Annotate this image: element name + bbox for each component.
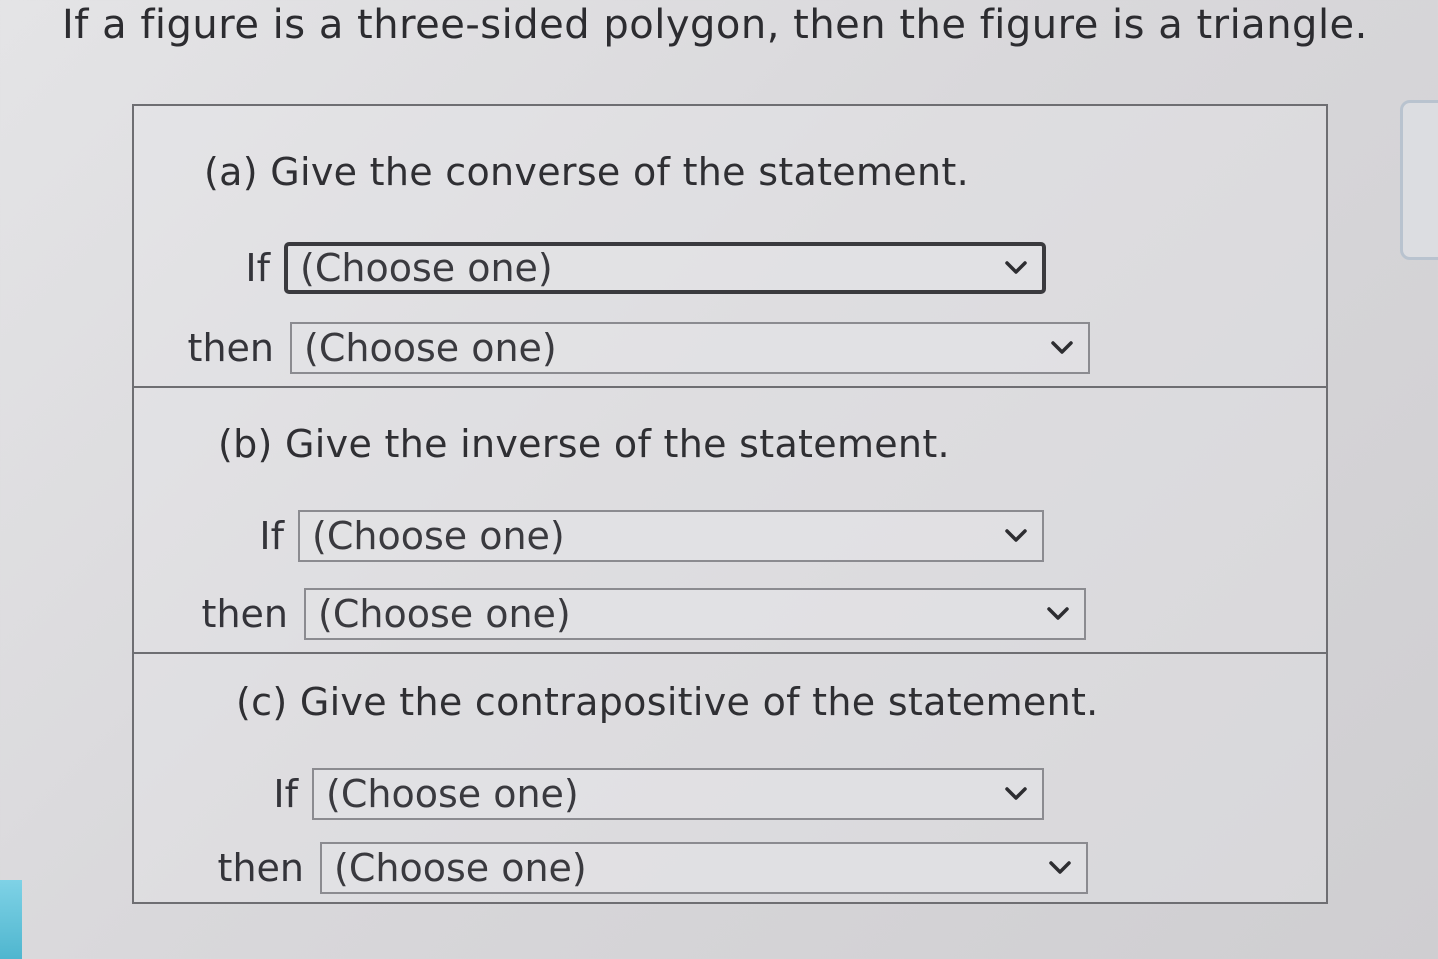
if-label: If xyxy=(245,246,270,290)
inverse-if-row: If (Choose one) xyxy=(250,510,1044,562)
select-value: (Choose one) xyxy=(304,326,557,370)
section-contrapositive: (c) Give the contrapositive of the state… xyxy=(134,652,1326,904)
then-label: then xyxy=(217,846,304,890)
answer-panel: (a) Give the converse of the statement. … xyxy=(132,104,1328,904)
select-value: (Choose one) xyxy=(326,772,579,816)
chevron-down-icon xyxy=(1005,787,1027,800)
select-value: (Choose one) xyxy=(318,592,571,636)
then-label: then xyxy=(187,326,274,370)
inverse-then-select[interactable]: (Choose one) xyxy=(304,588,1086,640)
chevron-down-icon xyxy=(1051,341,1073,354)
question-converse: (a) Give the converse of the statement. xyxy=(204,150,969,194)
problem-statement: If a figure is a three-sided polygon, th… xyxy=(62,2,1368,48)
converse-then-select[interactable]: (Choose one) xyxy=(290,322,1090,374)
select-value: (Choose one) xyxy=(334,846,587,890)
inverse-then-row: then (Choose one) xyxy=(198,588,1086,640)
section-converse: (a) Give the converse of the statement. … xyxy=(134,106,1326,386)
if-label: If xyxy=(273,772,298,816)
converse-if-row: If (Choose one) xyxy=(236,242,1046,294)
chevron-down-icon xyxy=(1005,261,1027,274)
left-edge-accent xyxy=(0,880,22,959)
if-label: If xyxy=(259,514,284,558)
contrapositive-then-select[interactable]: (Choose one) xyxy=(320,842,1088,894)
section-inverse: (b) Give the inverse of the statement. I… xyxy=(134,386,1326,652)
select-value: (Choose one) xyxy=(312,514,565,558)
question-inverse: (b) Give the inverse of the statement. xyxy=(218,422,950,466)
chevron-down-icon xyxy=(1005,529,1027,542)
chevron-down-icon xyxy=(1047,607,1069,620)
converse-then-row: then (Choose one) xyxy=(184,322,1090,374)
question-contrapositive: (c) Give the contrapositive of the state… xyxy=(236,680,1099,724)
then-label: then xyxy=(201,592,288,636)
converse-if-select[interactable]: (Choose one) xyxy=(284,242,1046,294)
side-panel-tab[interactable] xyxy=(1400,100,1438,260)
contrapositive-if-row: If (Choose one) xyxy=(264,768,1044,820)
contrapositive-then-row: then (Choose one) xyxy=(214,842,1088,894)
chevron-down-icon xyxy=(1049,861,1071,874)
contrapositive-if-select[interactable]: (Choose one) xyxy=(312,768,1044,820)
select-value: (Choose one) xyxy=(300,246,553,290)
inverse-if-select[interactable]: (Choose one) xyxy=(298,510,1044,562)
